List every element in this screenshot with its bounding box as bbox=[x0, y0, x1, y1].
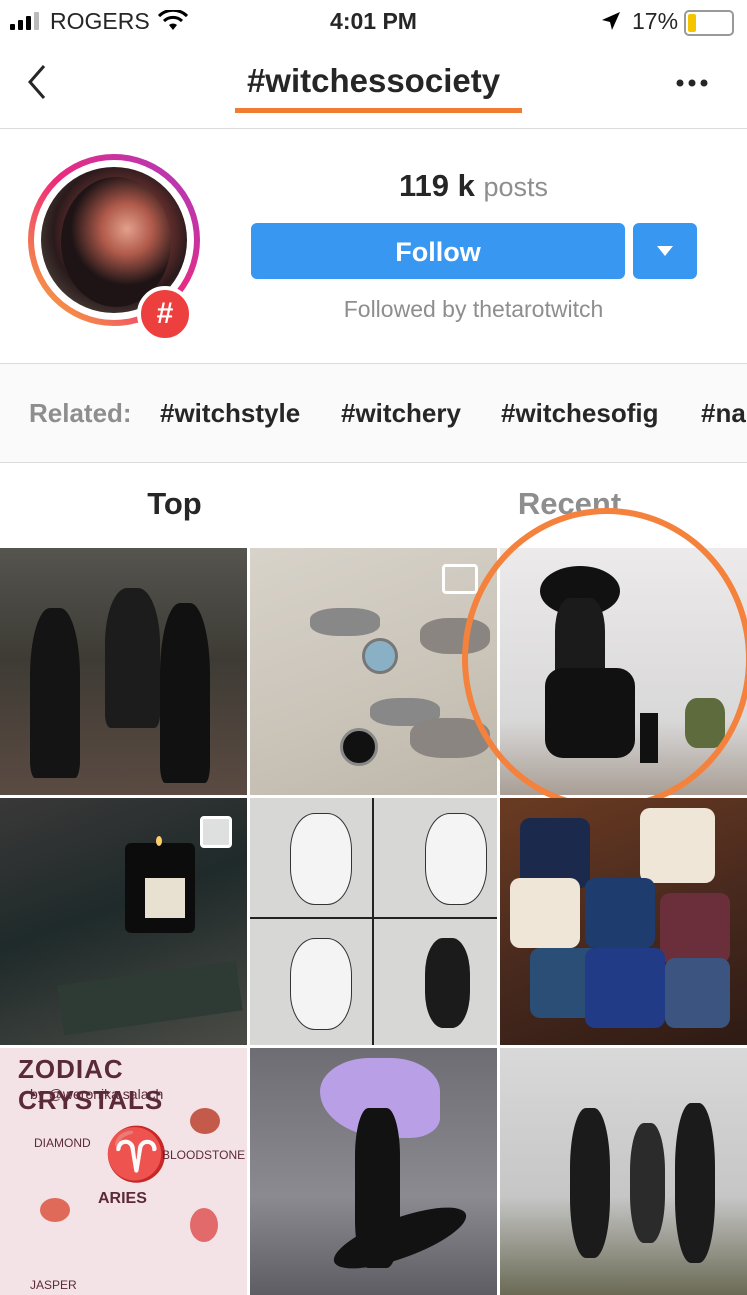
post-count-number: 119 k bbox=[398, 168, 475, 203]
post-thumbnail[interactable] bbox=[250, 798, 497, 1045]
triangle-down-icon bbox=[657, 246, 673, 256]
follow-button[interactable]: Follow bbox=[251, 223, 625, 279]
zodiac-sign-label: ARIES bbox=[98, 1190, 147, 1207]
post-thumbnail[interactable] bbox=[500, 1048, 747, 1295]
follow-dropdown-button[interactable] bbox=[633, 223, 697, 279]
page-title: #witchessociety bbox=[246, 62, 501, 99]
post-thumbnail[interactable] bbox=[500, 798, 747, 1045]
tab-top[interactable]: Top bbox=[0, 486, 361, 522]
title-underline-annotation bbox=[235, 108, 522, 113]
zodiac-subtitle: by @weronika.salach bbox=[30, 1086, 164, 1102]
battery-percent: 17% bbox=[632, 8, 679, 34]
post-count: 119 k posts bbox=[250, 168, 697, 204]
zodiac-title: ZODIAC CRYSTALS bbox=[18, 1054, 164, 1115]
zodiac-jasper-label: JASPER bbox=[30, 1278, 77, 1292]
zodiac-diamond-label: DIAMOND bbox=[34, 1136, 91, 1150]
post-thumbnail[interactable] bbox=[250, 548, 497, 795]
related-tag[interactable]: #witchstyle bbox=[160, 398, 300, 429]
hashtag-badge-icon: # bbox=[137, 286, 193, 342]
nav-bar: #witchessociety bbox=[0, 42, 747, 129]
status-bar: ROGERS 4:01 PM 17% bbox=[0, 0, 747, 42]
aries-symbol-icon: ♈ bbox=[104, 1126, 169, 1184]
highlight-circle-annotation bbox=[462, 508, 747, 810]
related-tag[interactable]: #witchesofig bbox=[501, 398, 658, 429]
multiple-posts-icon bbox=[200, 816, 232, 848]
more-dots-icon[interactable] bbox=[676, 78, 708, 88]
related-tag[interactable]: #witchery bbox=[341, 398, 461, 429]
post-thumbnail[interactable] bbox=[0, 798, 247, 1045]
related-label: Related: bbox=[29, 398, 132, 428]
post-thumbnail[interactable]: ZODIAC CRYSTALS by @weronika.salach DIAM… bbox=[0, 1048, 247, 1295]
zodiac-bloodstone-label: BLOODSTONE bbox=[162, 1148, 246, 1162]
battery-icon bbox=[684, 10, 734, 36]
post-count-label: posts bbox=[483, 172, 549, 202]
related-tag[interactable]: #na bbox=[701, 398, 746, 429]
followed-by-text: Followed by thetarotwitch bbox=[343, 296, 604, 322]
video-icon bbox=[442, 564, 478, 594]
related-hashtags-bar: Related: #witchstyle #witchery #witcheso… bbox=[0, 363, 747, 463]
post-thumbnail[interactable] bbox=[250, 1048, 497, 1295]
post-thumbnail[interactable] bbox=[0, 548, 247, 795]
location-arrow-icon bbox=[602, 12, 620, 30]
